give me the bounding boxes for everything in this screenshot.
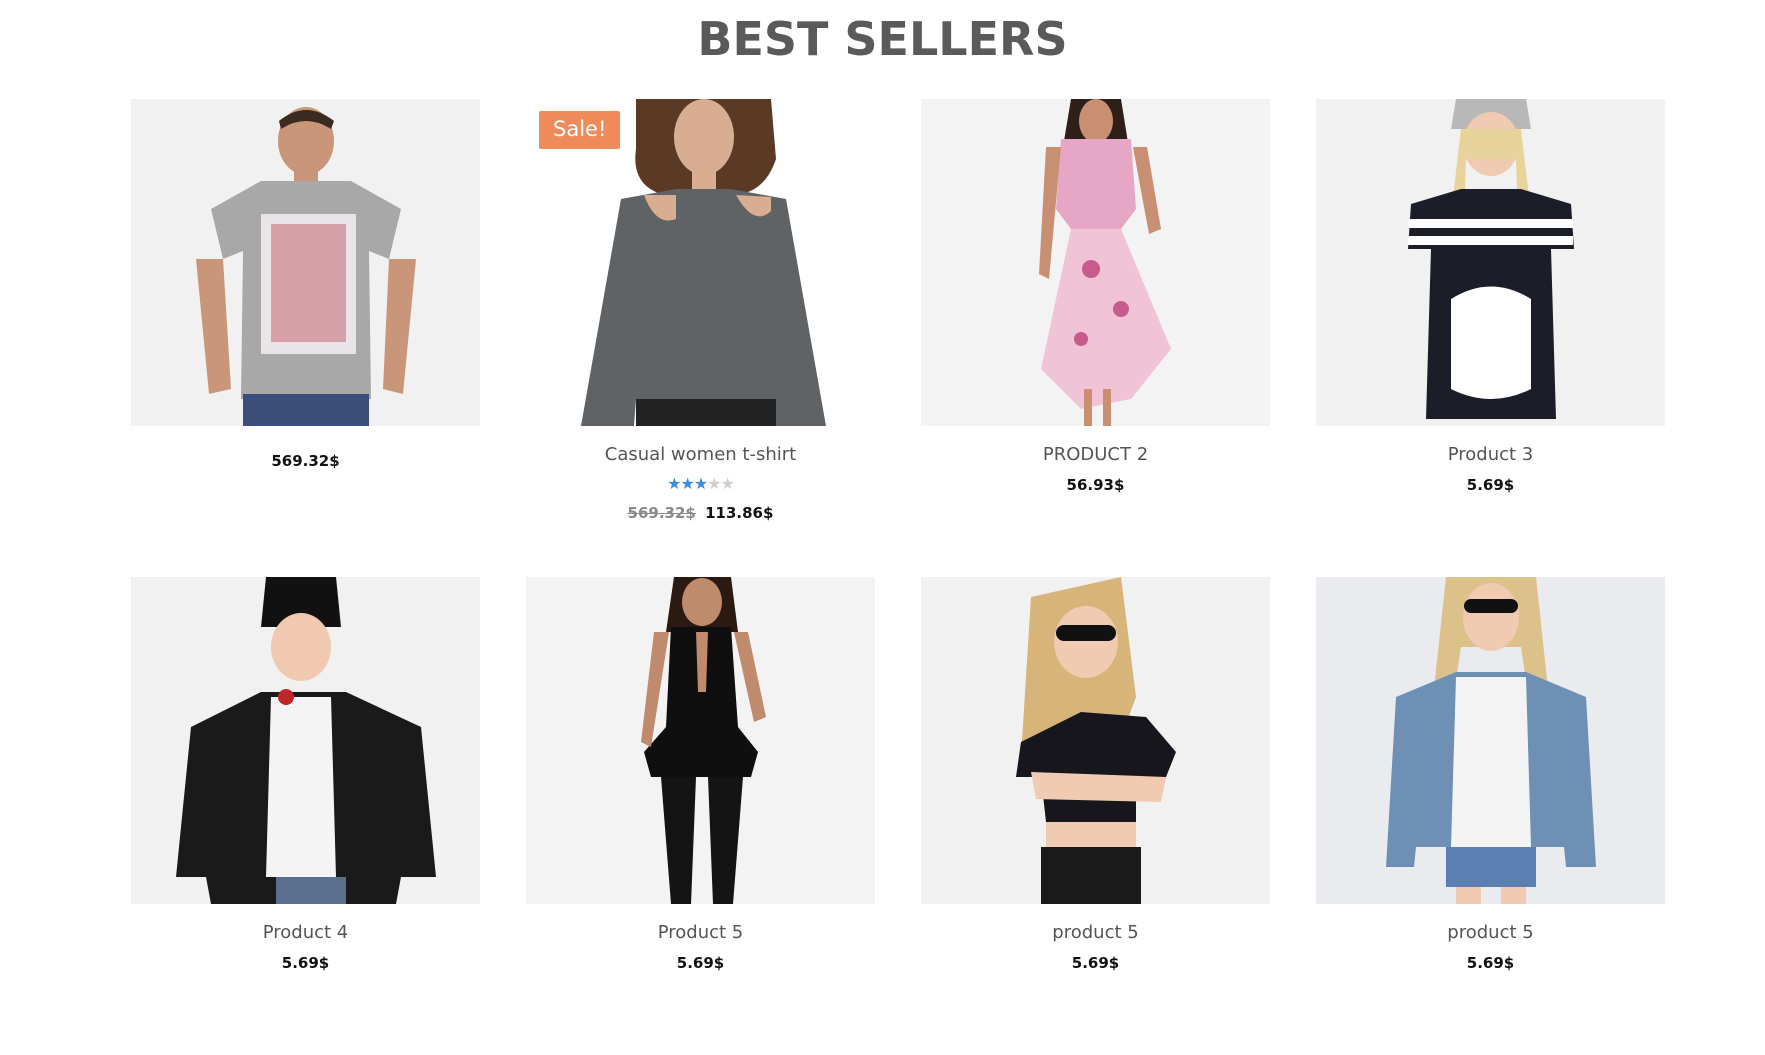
product-name[interactable]: Product 3 xyxy=(1316,443,1665,467)
price-row: 56.93$ xyxy=(921,474,1270,496)
product-image[interactable] xyxy=(526,577,875,904)
product-image[interactable] xyxy=(921,577,1270,904)
product-card: product 5 5.69$ xyxy=(1316,577,1665,1055)
section-title: BEST SELLERS xyxy=(697,12,1068,66)
price: 5.69$ xyxy=(1466,476,1515,494)
price: 5.69$ xyxy=(1466,954,1515,972)
price-row: 5.69$ xyxy=(526,952,875,974)
product-name[interactable]: PRODUCT 2 xyxy=(921,443,1270,467)
woman-denim-jacket-image xyxy=(1316,577,1665,904)
price: 569.32$ xyxy=(271,452,340,470)
star-full-icon: ★ xyxy=(680,476,694,493)
price-row: 5.69$ xyxy=(1316,952,1665,974)
woman-black-crop-top-image xyxy=(921,577,1270,904)
product-card: Product 4 5.69$ xyxy=(131,577,480,1055)
price: 5.69$ xyxy=(281,954,330,972)
woman-floral-dress-image xyxy=(921,99,1270,426)
price-row: 5.69$ xyxy=(921,952,1270,974)
price-row: 569.32$ 113.86$ xyxy=(526,502,875,524)
product-image[interactable] xyxy=(1316,99,1665,426)
price: 5.69$ xyxy=(676,954,725,972)
woman-black-jersey-image xyxy=(1316,99,1665,426)
price-row: 5.69$ xyxy=(1316,474,1665,496)
star-rating: ★★★★★ xyxy=(526,475,875,495)
product-card: product 5 5.69$ xyxy=(921,577,1270,1055)
product-card: Sale! Casual women t-shirt ★★★★★ 569.32$… xyxy=(526,99,875,577)
man-grey-tshirt-image xyxy=(131,99,480,426)
price-row: 569.32$ xyxy=(131,450,480,472)
star-empty-icon: ★ xyxy=(707,476,721,493)
woman-leather-jacket-image xyxy=(131,577,480,904)
price: 56.93$ xyxy=(1066,476,1125,494)
product-image[interactable] xyxy=(1316,577,1665,904)
product-image[interactable] xyxy=(921,99,1270,426)
product-name[interactable]: Casual women t-shirt xyxy=(526,443,875,467)
product-name[interactable]: product 5 xyxy=(1316,921,1665,945)
product-grid: 569.32$ Sale! Casual women t-shirt ★★★★★… xyxy=(131,99,1666,1055)
star-full-icon: ★ xyxy=(693,476,708,493)
product-name[interactable]: product 5 xyxy=(921,921,1270,945)
product-image[interactable] xyxy=(131,577,480,904)
product-name[interactable]: Product 4 xyxy=(131,921,480,945)
sale-badge: Sale! xyxy=(539,111,621,149)
star-empty-icon: ★ xyxy=(720,476,735,493)
star-full-icon: ★ xyxy=(667,476,681,493)
product-card: 569.32$ xyxy=(131,99,480,577)
product-card: PRODUCT 2 56.93$ xyxy=(921,99,1270,577)
price: 5.69$ xyxy=(1071,954,1120,972)
price: 113.86$ xyxy=(705,504,774,522)
product-card: Product 5 5.69$ xyxy=(526,577,875,1055)
product-image[interactable] xyxy=(131,99,480,426)
woman-black-jumpsuit-image xyxy=(526,577,875,904)
product-card: Product 3 5.69$ xyxy=(1316,99,1665,577)
product-image[interactable]: Sale! xyxy=(526,99,875,426)
price-row: 5.69$ xyxy=(131,952,480,974)
old-price: 569.32$ xyxy=(627,504,696,522)
product-name[interactable]: Product 5 xyxy=(526,921,875,945)
